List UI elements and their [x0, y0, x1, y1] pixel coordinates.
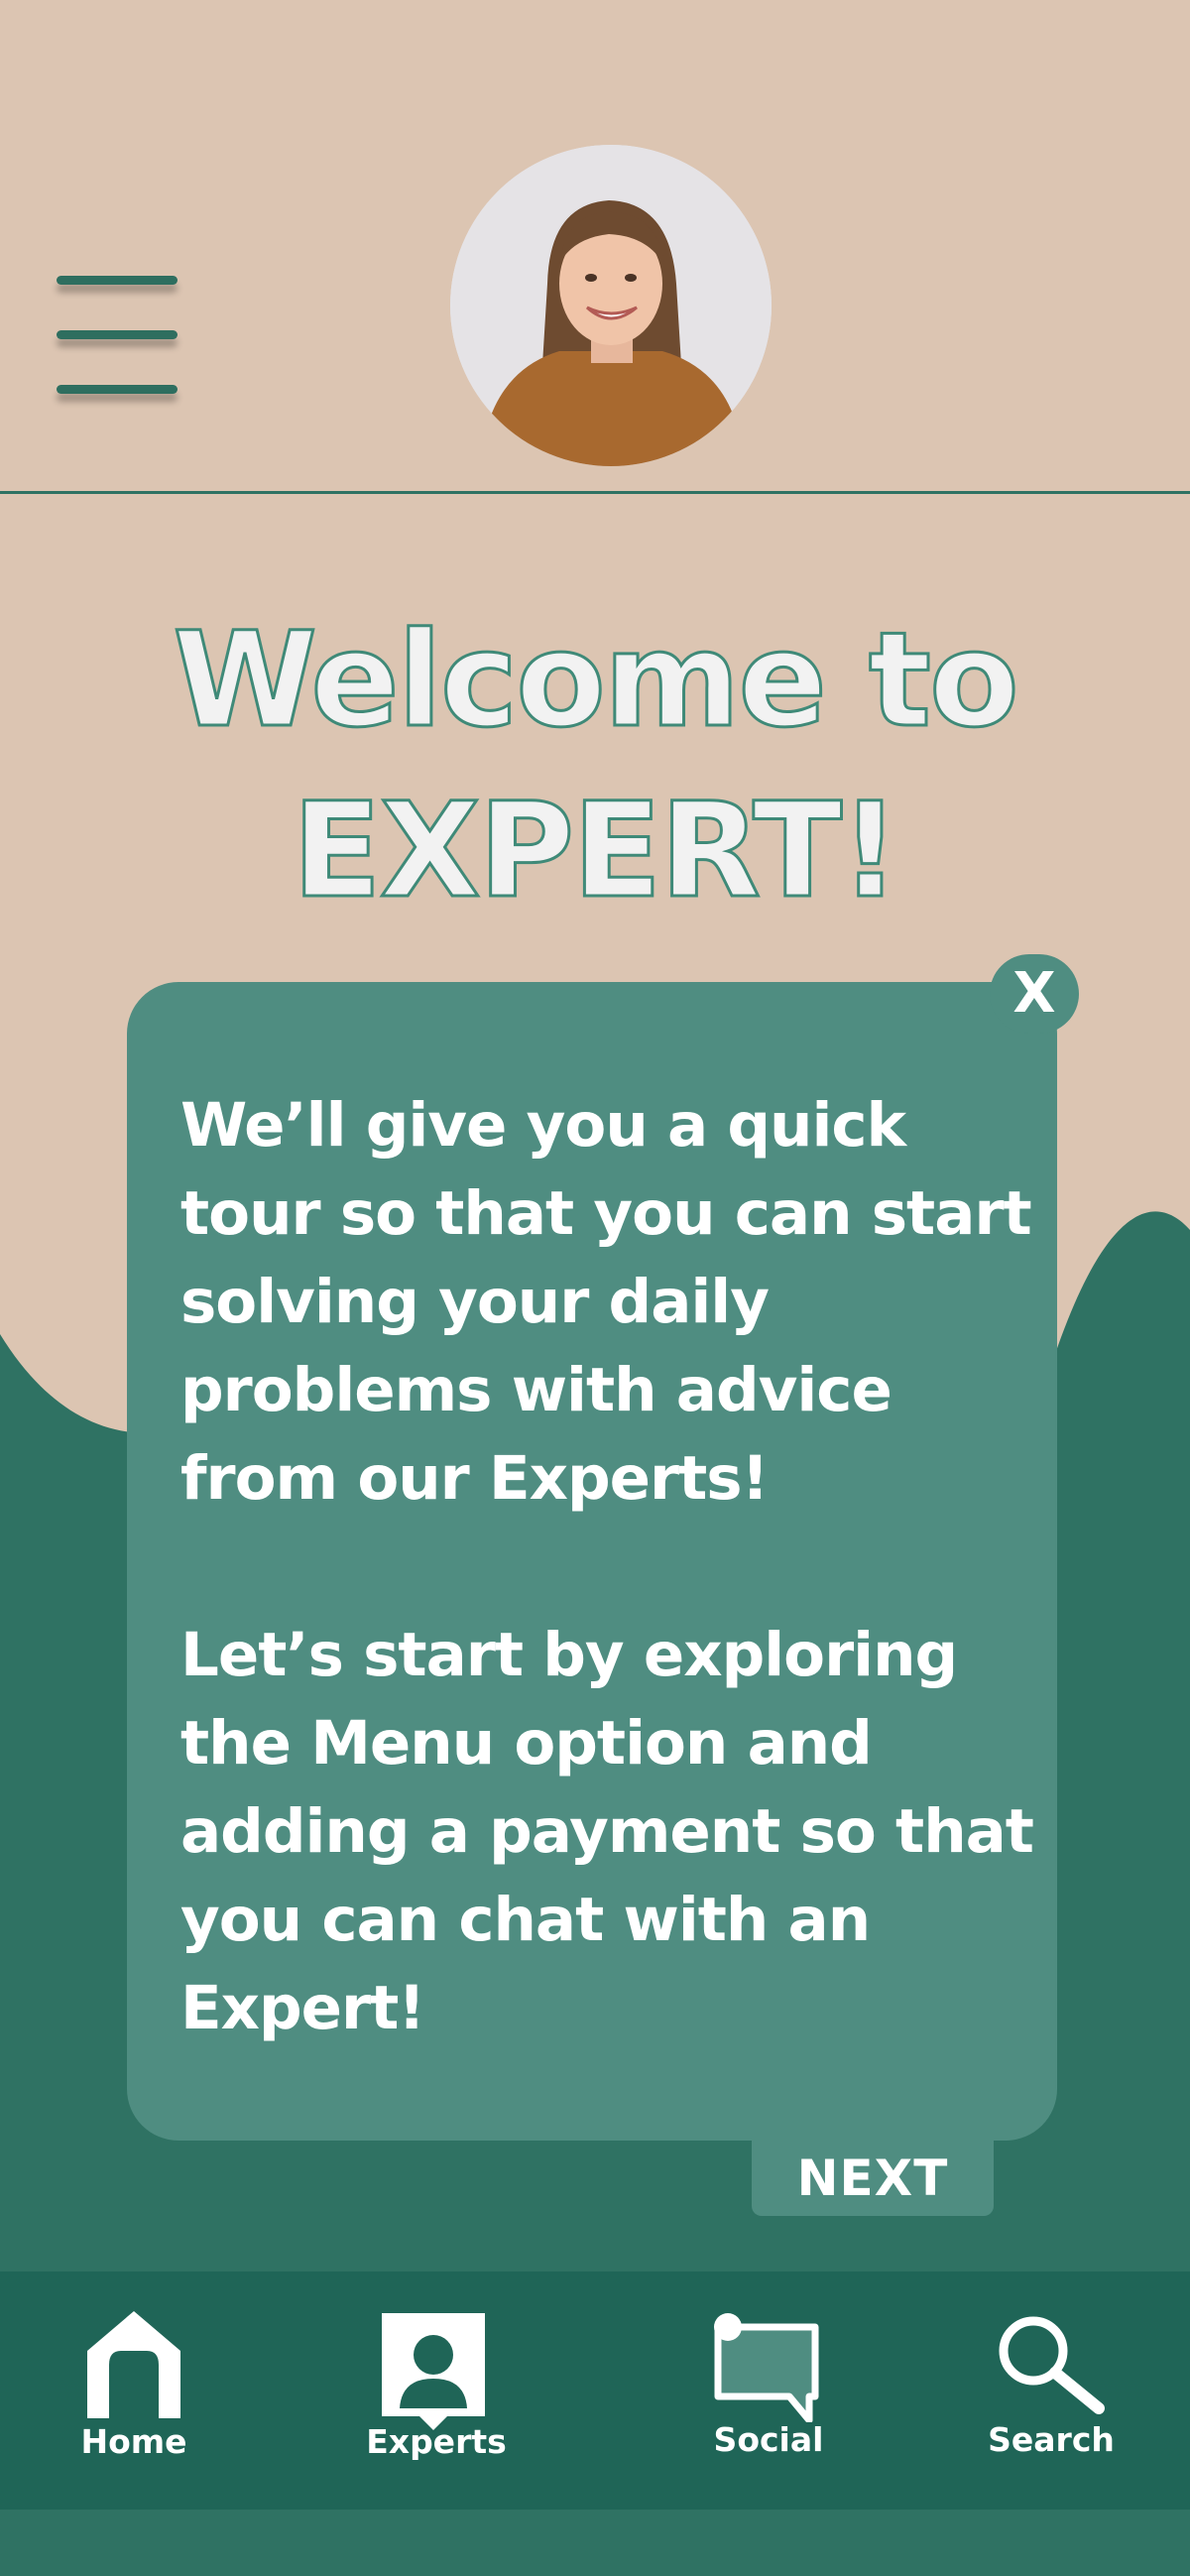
welcome-line-1: Welcome to	[172, 603, 1020, 759]
next-button[interactable]: NEXT	[752, 2141, 994, 2216]
nav-home[interactable]: Home	[60, 2271, 208, 2510]
nav-search-label: Search	[988, 2420, 1115, 2459]
bottom-safe-area	[0, 2510, 1190, 2576]
app-header	[0, 0, 1190, 496]
tour-paragraph-1: We’ll give you a quick tour so that you …	[180, 1090, 1032, 1514]
home-icon	[87, 2311, 180, 2418]
tour-message: We’ll give you a quick tour so that you …	[180, 1081, 1034, 2052]
hamburger-menu-icon[interactable]	[52, 268, 182, 409]
tour-paragraph-2: Let’s start by exploring the Menu option…	[180, 1620, 1034, 2043]
nav-experts[interactable]: Experts	[357, 2271, 516, 2510]
tour-dialog: We’ll give you a quick tour so that you …	[127, 982, 1057, 2141]
bottom-navigation: Home Experts Social Search	[0, 2271, 1190, 2510]
avatar-photo	[450, 145, 772, 466]
nav-social[interactable]: Social	[694, 2271, 843, 2510]
search-icon	[999, 2316, 1105, 2414]
chat-bubble-icon	[714, 2313, 819, 2422]
close-button[interactable]: X	[990, 954, 1079, 1034]
nav-social-label: Social	[713, 2420, 824, 2459]
experts-icon	[382, 2313, 485, 2430]
nav-home-label: Home	[80, 2422, 187, 2461]
nav-experts-label: Experts	[366, 2422, 507, 2461]
nav-search[interactable]: Search	[972, 2271, 1130, 2510]
header-divider	[0, 491, 1190, 494]
welcome-line-2: EXPERT!	[291, 774, 901, 929]
user-avatar[interactable]	[450, 145, 772, 466]
welcome-heading: Welcome to EXPERT!	[0, 595, 1190, 936]
